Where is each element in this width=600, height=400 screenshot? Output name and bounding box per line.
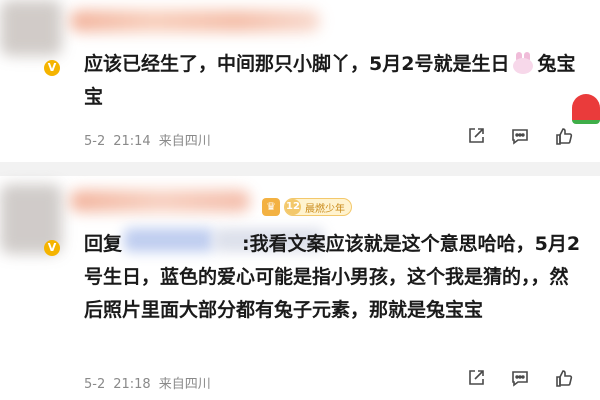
comment-body: :我看文案应该就是这个意思哈哈，5月2号生日，蓝色的爱心可能是指小男孩，这个我是… bbox=[84, 233, 581, 321]
comment-actions bbox=[466, 126, 574, 146]
share-icon[interactable] bbox=[466, 126, 486, 146]
rabbit-emoji-icon bbox=[511, 52, 535, 74]
fan-level-pill: 12 晨燃少年 bbox=[284, 198, 352, 216]
comment-meta: 5-2 21:14 来自四川 bbox=[84, 130, 219, 149]
username-redacted[interactable] bbox=[70, 190, 250, 212]
comment-icon[interactable] bbox=[510, 368, 530, 388]
avatar[interactable] bbox=[0, 0, 62, 56]
reply-prefix[interactable]: 回复 bbox=[84, 233, 122, 255]
comment-separator bbox=[0, 162, 600, 176]
comment-icon[interactable] bbox=[510, 126, 530, 146]
fan-crown-icon: ♛ bbox=[262, 198, 280, 216]
fan-level: 12 bbox=[285, 199, 301, 215]
vip-badge-icon: V bbox=[44, 240, 60, 256]
comment-date: 5-2 bbox=[84, 134, 106, 149]
comment-date: 5-2 bbox=[84, 377, 106, 392]
comment-body: 应该已经生了，中间那只小脚丫，5月2号就是生日 bbox=[84, 53, 510, 75]
comment-item: V 应该已经生了，中间那只小脚丫，5月2号就是生日 兔宝宝 5-2 21:14 来自四… bbox=[0, 0, 600, 162]
comment-meta: 5-2 21:18 来自四川 bbox=[84, 373, 219, 392]
fan-badge[interactable]: ♛ 12 晨燃少年 bbox=[262, 198, 352, 216]
share-icon[interactable] bbox=[466, 368, 486, 388]
username-redacted[interactable] bbox=[70, 10, 320, 32]
comment-time: 21:14 bbox=[113, 134, 151, 149]
vip-badge-icon: V bbox=[44, 60, 60, 76]
comment-time: 21:18 bbox=[113, 377, 151, 392]
comment-actions bbox=[466, 368, 574, 388]
fan-badge-name: 晨燃少年 bbox=[305, 203, 345, 215]
comment-text: 回复:我看文案应该就是这个意思哈哈，5月2号生日，蓝色的爱心可能是指小男孩，这个… bbox=[84, 228, 584, 327]
like-icon[interactable] bbox=[554, 126, 574, 146]
watermelon-emoji-icon bbox=[572, 94, 600, 124]
comment-source: 来自四川 bbox=[158, 134, 211, 149]
comment-text: 应该已经生了，中间那只小脚丫，5月2号就是生日 兔宝宝 bbox=[84, 48, 584, 114]
comment-item: V ♛ 12 晨燃少年 回复:我看文案应该就是这个意思哈哈，5月2号生日，蓝色的… bbox=[0, 176, 600, 400]
like-icon[interactable] bbox=[554, 368, 574, 388]
comment-source: 来自四川 bbox=[158, 377, 211, 392]
